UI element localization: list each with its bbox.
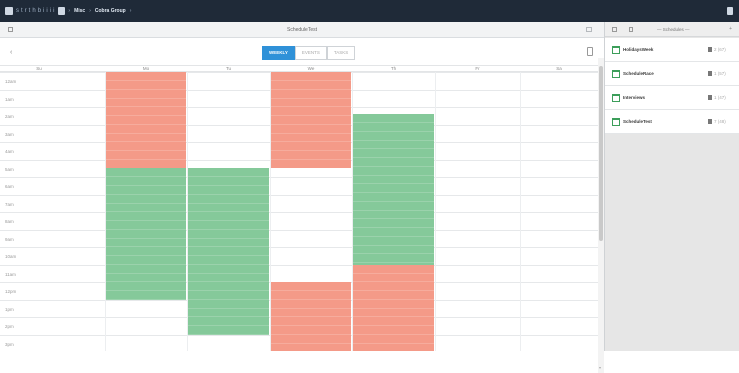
- schedule-item-count: 7 (48): [714, 119, 726, 124]
- calendar-icon: [612, 94, 620, 102]
- calendar-icon: [612, 118, 620, 126]
- schedule-item-name: Interviews: [623, 95, 646, 100]
- hour-row[interactable]: 10am: [0, 247, 598, 265]
- lock-icon[interactable]: [629, 27, 633, 32]
- prev-button[interactable]: ‹: [10, 49, 12, 56]
- view-switcher: WEEKLY EVENTS TASKS: [262, 46, 356, 60]
- hour-row[interactable]: 9am: [0, 229, 598, 248]
- hour-label: 8am: [5, 219, 14, 224]
- column-divider: [435, 72, 436, 351]
- hour-label: 9am: [5, 236, 14, 242]
- view-events-button[interactable]: EVENTS: [294, 46, 327, 60]
- schedule-item-name: ScheduleRace: [623, 71, 654, 76]
- calendar-icon: [612, 70, 620, 78]
- column-divider: [520, 72, 521, 351]
- toolbar-tool-3-icon[interactable]: r: [25, 8, 27, 14]
- hour-label: 5am: [5, 166, 14, 172]
- count-icon: [708, 95, 712, 100]
- toolbar-tool-7-icon[interactable]: i: [43, 8, 44, 14]
- schedule-block-green[interactable]: [353, 114, 434, 265]
- panel-header: — Schedules — +: [605, 22, 739, 37]
- schedule-item-count: 1 (57): [714, 71, 726, 76]
- day-label-sa: Sa: [556, 66, 562, 71]
- toolbar-tool-10-icon[interactable]: i: [53, 8, 54, 14]
- breadcrumb-misc[interactable]: Misc: [74, 8, 85, 14]
- calendar-icon: [612, 46, 620, 54]
- hour-label: 12am: [5, 79, 17, 84]
- schedule-block-green[interactable]: [188, 168, 269, 335]
- count-icon: [708, 119, 712, 124]
- toolbar-tool-1-icon[interactable]: s: [16, 8, 19, 14]
- schedules-panel: — Schedules — + HolidaysWeek 2 (67) Schedu…: [604, 22, 739, 351]
- hour-label: 7am: [5, 201, 14, 207]
- day-label-fr: Fr: [475, 66, 480, 71]
- schedule-block-red[interactable]: [271, 282, 351, 351]
- schedule-block-red[interactable]: [106, 72, 186, 169]
- scrollbar-thumb[interactable]: [599, 66, 603, 241]
- panel-title: — Schedules —: [657, 27, 690, 32]
- toolbar-tool-4-icon[interactable]: t: [29, 8, 31, 14]
- scroll-down-arrow[interactable]: ▾: [599, 365, 601, 370]
- schedule-item-name: ScheduleTest: [623, 119, 652, 124]
- menu-icon[interactable]: [5, 7, 13, 15]
- toolbar-tool-8-icon[interactable]: i: [46, 8, 47, 14]
- breadcrumb-separator: ›: [89, 8, 91, 14]
- hour-row[interactable]: 6am: [0, 177, 598, 195]
- window-titlebar: ScheduleTest: [0, 22, 604, 38]
- maximize-button[interactable]: [586, 27, 592, 32]
- schedule-block-green[interactable]: [106, 168, 186, 300]
- day-label-tu: Tu: [225, 66, 232, 71]
- hour-label: 2pm: [5, 324, 14, 329]
- count-icon: [708, 71, 712, 76]
- calendar-toolbar: ‹ WEEKLY EVENTS TASKS: [0, 38, 604, 66]
- toolbar-tool-2-icon[interactable]: t: [21, 8, 23, 14]
- toolbar-tool-5-icon[interactable]: h: [32, 8, 35, 14]
- count-icon: [708, 47, 712, 52]
- schedule-item-name: HolidaysWeek: [623, 47, 654, 52]
- view-weekly-button[interactable]: WEEKLY: [262, 46, 295, 60]
- breadcrumb-cobra-group[interactable]: Cobra Group: [95, 8, 126, 14]
- hour-label: 6am: [5, 184, 14, 189]
- schedule-block-red[interactable]: [271, 72, 351, 169]
- hour-label: 10am: [5, 254, 17, 259]
- hour-label: 4am: [5, 149, 14, 154]
- hour-label: 3am: [5, 131, 14, 137]
- hour-row[interactable]: 7am: [0, 194, 598, 213]
- schedule-block-red[interactable]: [353, 264, 434, 351]
- notification-icon[interactable]: [727, 7, 733, 15]
- schedule-item[interactable]: Interviews 1 (47): [605, 86, 739, 110]
- schedule-item[interactable]: ScheduleRace 1 (57): [605, 62, 739, 86]
- week-grid[interactable]: 12am 1am 2am 3am 4am 5am 6am 7am 8am 9am 10am 11am 1…: [0, 72, 598, 351]
- hour-row[interactable]: 8am: [0, 212, 598, 230]
- breadcrumb-separator: ›: [129, 8, 132, 14]
- hour-label: 12pm: [5, 289, 17, 294]
- hour-label: 3pm: [5, 341, 14, 347]
- hour-label: 2am: [5, 114, 14, 119]
- breadcrumb-separator: ›: [68, 8, 71, 14]
- delete-icon[interactable]: [587, 47, 593, 56]
- hour-label: 1am: [5, 96, 14, 102]
- window-title: ScheduleTest: [286, 27, 318, 33]
- day-label-th: Th: [390, 66, 397, 71]
- app-toolbar: strthbiiii › Misc › Cobra Group ›: [0, 0, 739, 22]
- day-label-su: Su: [36, 66, 42, 71]
- panel-icon[interactable]: [612, 27, 617, 32]
- schedule-window: ScheduleTest ‹ WEEKLY EVENTS TASKS Su Mo T…: [0, 22, 604, 373]
- hour-label: 11am: [5, 271, 16, 277]
- hour-label: 1pm: [5, 306, 14, 312]
- day-label-mo: Mo: [142, 66, 150, 71]
- monitor-icon[interactable]: [58, 7, 66, 15]
- hour-row[interactable]: 11am: [0, 264, 598, 283]
- schedule-item-count: 1 (47): [714, 95, 726, 100]
- schedule-item[interactable]: HolidaysWeek 2 (67): [605, 38, 739, 62]
- add-icon[interactable]: +: [729, 26, 732, 32]
- schedule-item-count: 2 (67): [714, 47, 726, 52]
- toolbar-tool-6-icon[interactable]: b: [38, 8, 41, 14]
- toolbar-tool-9-icon[interactable]: i: [50, 8, 51, 14]
- view-tasks-button[interactable]: TASKS: [326, 46, 356, 60]
- schedule-item[interactable]: ScheduleTest 7 (48): [605, 110, 739, 134]
- day-label-we: We: [307, 66, 315, 71]
